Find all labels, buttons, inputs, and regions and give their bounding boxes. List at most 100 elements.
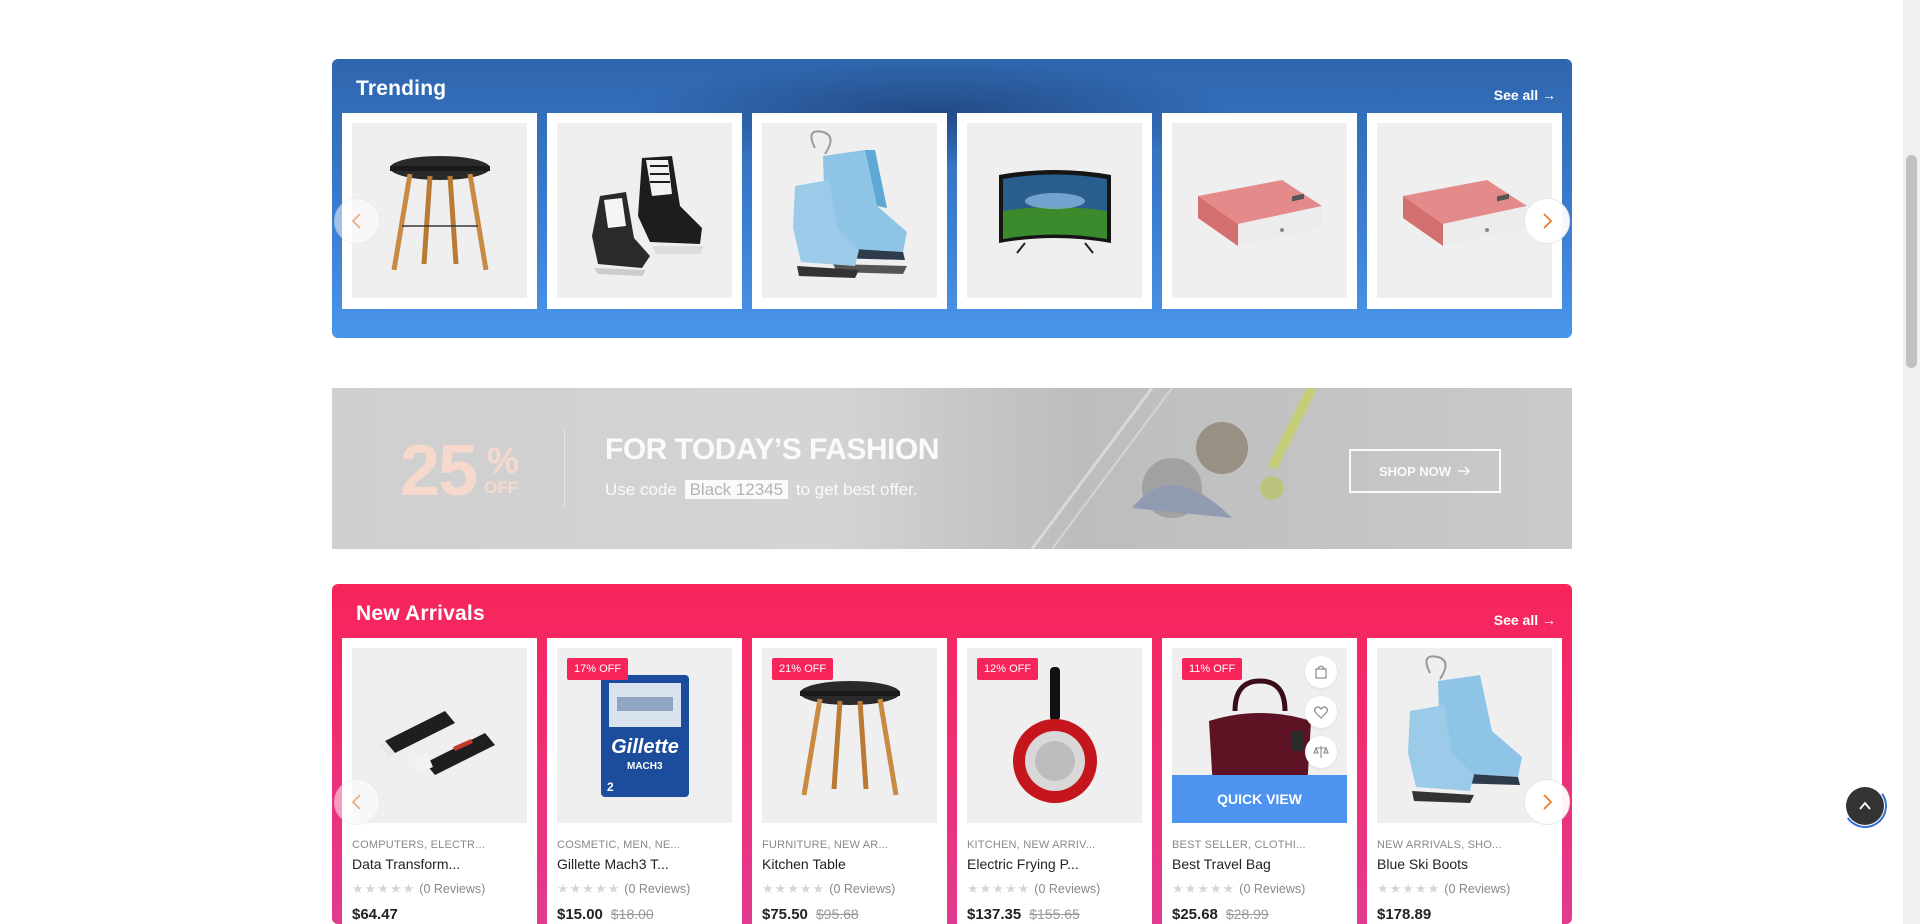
star-rating-icon: ★★★★★ xyxy=(967,881,1031,896)
shop-now-label: SHOP NOW xyxy=(1379,463,1451,479)
trending-section: Trending See all → xyxy=(332,59,1572,338)
discount-badge: 21% OFF xyxy=(772,658,834,680)
scrollbar-thumb[interactable] xyxy=(1906,155,1917,368)
product-card[interactable]: Gillette MACH3 2 17% OFF COSMETIC, MEN, … xyxy=(547,638,742,924)
shopping-bag-icon xyxy=(1315,665,1327,679)
review-count: (0 Reviews) xyxy=(1444,882,1511,896)
trending-next-button[interactable] xyxy=(1524,198,1570,244)
product-card[interactable]: NEW ARRIVALS, SHO... Blue Ski Boots ★★★★… xyxy=(1367,638,1562,924)
frying-pan-image[interactable]: 12% OFF xyxy=(967,648,1142,823)
product-rating: ★★★★★ (0 Reviews) xyxy=(967,881,1142,897)
star-rating-icon: ★★★★★ xyxy=(352,881,416,896)
product-price: $64.47 xyxy=(352,906,398,923)
product-name[interactable]: Electric Frying P... xyxy=(967,856,1142,872)
product-rating: ★★★★★ (0 Reviews) xyxy=(557,881,732,897)
banner-subtext: Use code Black 12345 to get best offer. xyxy=(605,480,917,500)
trending-carousel xyxy=(342,113,1562,309)
arrow-right-icon xyxy=(1458,466,1471,476)
new-arrivals-see-all-link[interactable]: See all → xyxy=(1494,612,1556,628)
product-rating: ★★★★★ (0 Reviews) xyxy=(1172,881,1347,897)
trending-product-card[interactable] xyxy=(752,113,947,309)
quick-view-button[interactable]: QUICK VIEW xyxy=(1172,775,1347,823)
review-count: (0 Reviews) xyxy=(419,882,486,896)
new-arrivals-section: New Arrivals See all → COMPUTERS, ELECTR… xyxy=(332,584,1572,924)
product-name[interactable]: Kitchen Table xyxy=(762,856,937,872)
product-price: $15.00 xyxy=(557,906,603,923)
product-name[interactable]: Data Transform... xyxy=(352,856,527,872)
table-image[interactable] xyxy=(352,123,527,298)
product-card[interactable]: 11% OFF QUICK VIEW BEST SELLER, CLOTHI..… xyxy=(1162,638,1357,924)
add-to-wishlist-button[interactable] xyxy=(1305,696,1337,728)
banner-divider xyxy=(564,430,565,508)
product-name[interactable]: Best Travel Bag xyxy=(1172,856,1347,872)
product-price: $25.68 xyxy=(1172,906,1218,923)
product-category: FURNITURE, NEW AR... xyxy=(762,839,889,851)
compare-button[interactable] xyxy=(1305,736,1337,768)
price-row: $25.68 $28.99 xyxy=(1172,906,1347,923)
product-rating: ★★★★★ (0 Reviews) xyxy=(762,881,937,897)
tv-image[interactable] xyxy=(967,123,1142,298)
page-scrollbar[interactable] xyxy=(1903,0,1920,924)
review-count: (0 Reviews) xyxy=(829,882,896,896)
new-arrivals-title: New Arrivals xyxy=(356,602,485,625)
svg-text:MACH3: MACH3 xyxy=(627,761,663,772)
trending-product-card[interactable] xyxy=(547,113,742,309)
product-category: COSMETIC, MEN, NE... xyxy=(557,839,681,851)
heart-icon xyxy=(1314,706,1328,719)
banner-sub-prefix: Use code xyxy=(605,480,677,499)
black-skates-image[interactable] xyxy=(557,123,732,298)
star-rating-icon: ★★★★★ xyxy=(762,881,826,896)
add-to-cart-button[interactable] xyxy=(1305,656,1337,688)
trending-product-card[interactable] xyxy=(1162,113,1357,309)
trending-see-all-link[interactable]: See all → xyxy=(1494,87,1556,103)
trending-product-card[interactable] xyxy=(957,113,1152,309)
price-row: $75.50 $95.68 xyxy=(762,906,937,923)
promo-banner: 25 % OFF FOR TODAY’S FASHION Use code Bl… xyxy=(332,388,1572,549)
powerbank-image[interactable] xyxy=(1172,123,1347,298)
product-card[interactable]: 12% OFF KITCHEN, NEW ARRIV... Electric F… xyxy=(957,638,1152,924)
review-count: (0 Reviews) xyxy=(1034,882,1101,896)
back-to-top-button[interactable] xyxy=(1846,787,1884,825)
product-card[interactable]: COMPUTERS, ELECTR... Data Transform... ★… xyxy=(342,638,537,924)
product-card[interactable]: 21% OFF FURNITURE, NEW AR... Kitchen Tab… xyxy=(752,638,947,924)
new-arrivals-prev-button[interactable] xyxy=(334,779,380,825)
trending-title: Trending xyxy=(356,77,447,100)
product-category: COMPUTERS, ELECTR... xyxy=(352,839,485,851)
product-old-price: $95.68 xyxy=(815,906,859,922)
chevron-left-icon xyxy=(351,794,361,810)
product-name[interactable]: Blue Ski Boots xyxy=(1377,856,1552,872)
banner-headline: FOR TODAY’S FASHION xyxy=(605,433,939,466)
razor-pack-image[interactable]: Gillette MACH3 2 17% OFF xyxy=(557,648,732,823)
new-arrivals-next-button[interactable] xyxy=(1524,779,1570,825)
shop-now-button[interactable]: SHOP NOW xyxy=(1349,449,1501,493)
star-rating-icon: ★★★★★ xyxy=(1377,881,1441,896)
product-old-price: $18.00 xyxy=(610,906,654,922)
product-old-price: $155.65 xyxy=(1029,906,1080,922)
svg-text:2: 2 xyxy=(607,780,614,794)
review-count: (0 Reviews) xyxy=(624,882,691,896)
chevron-right-icon xyxy=(1543,213,1553,229)
product-price: $178.89 xyxy=(1377,906,1432,923)
discount-badge: 11% OFF xyxy=(1182,658,1243,680)
product-name[interactable]: Gillette Mach3 T... xyxy=(557,856,732,872)
product-price: $137.35 xyxy=(967,906,1022,923)
banner-background-image xyxy=(1030,388,1317,549)
product-category: KITCHEN, NEW ARRIV... xyxy=(967,839,1096,851)
chevron-up-icon xyxy=(1859,801,1871,810)
price-row: $15.00 $18.00 xyxy=(557,906,732,923)
chevron-left-icon xyxy=(351,213,361,229)
svg-text:Gillette: Gillette xyxy=(611,736,679,758)
product-actions xyxy=(1305,656,1337,768)
trending-prev-button[interactable] xyxy=(334,198,380,244)
table-image[interactable]: 21% OFF xyxy=(762,648,937,823)
product-rating: ★★★★★ (0 Reviews) xyxy=(1377,881,1552,897)
compare-scale-icon xyxy=(1313,746,1329,758)
star-rating-icon: ★★★★★ xyxy=(557,881,621,896)
price-row: $178.89 xyxy=(1377,906,1552,923)
blue-skates-image[interactable] xyxy=(762,123,937,298)
product-price: $75.50 xyxy=(762,906,808,923)
discount-off-label: OFF xyxy=(484,478,518,497)
price-row: $137.35 $155.65 xyxy=(967,906,1142,923)
travel-bag-image[interactable]: 11% OFF QUICK VIEW xyxy=(1172,648,1347,823)
banner-sub-suffix: to get best offer. xyxy=(795,480,918,499)
